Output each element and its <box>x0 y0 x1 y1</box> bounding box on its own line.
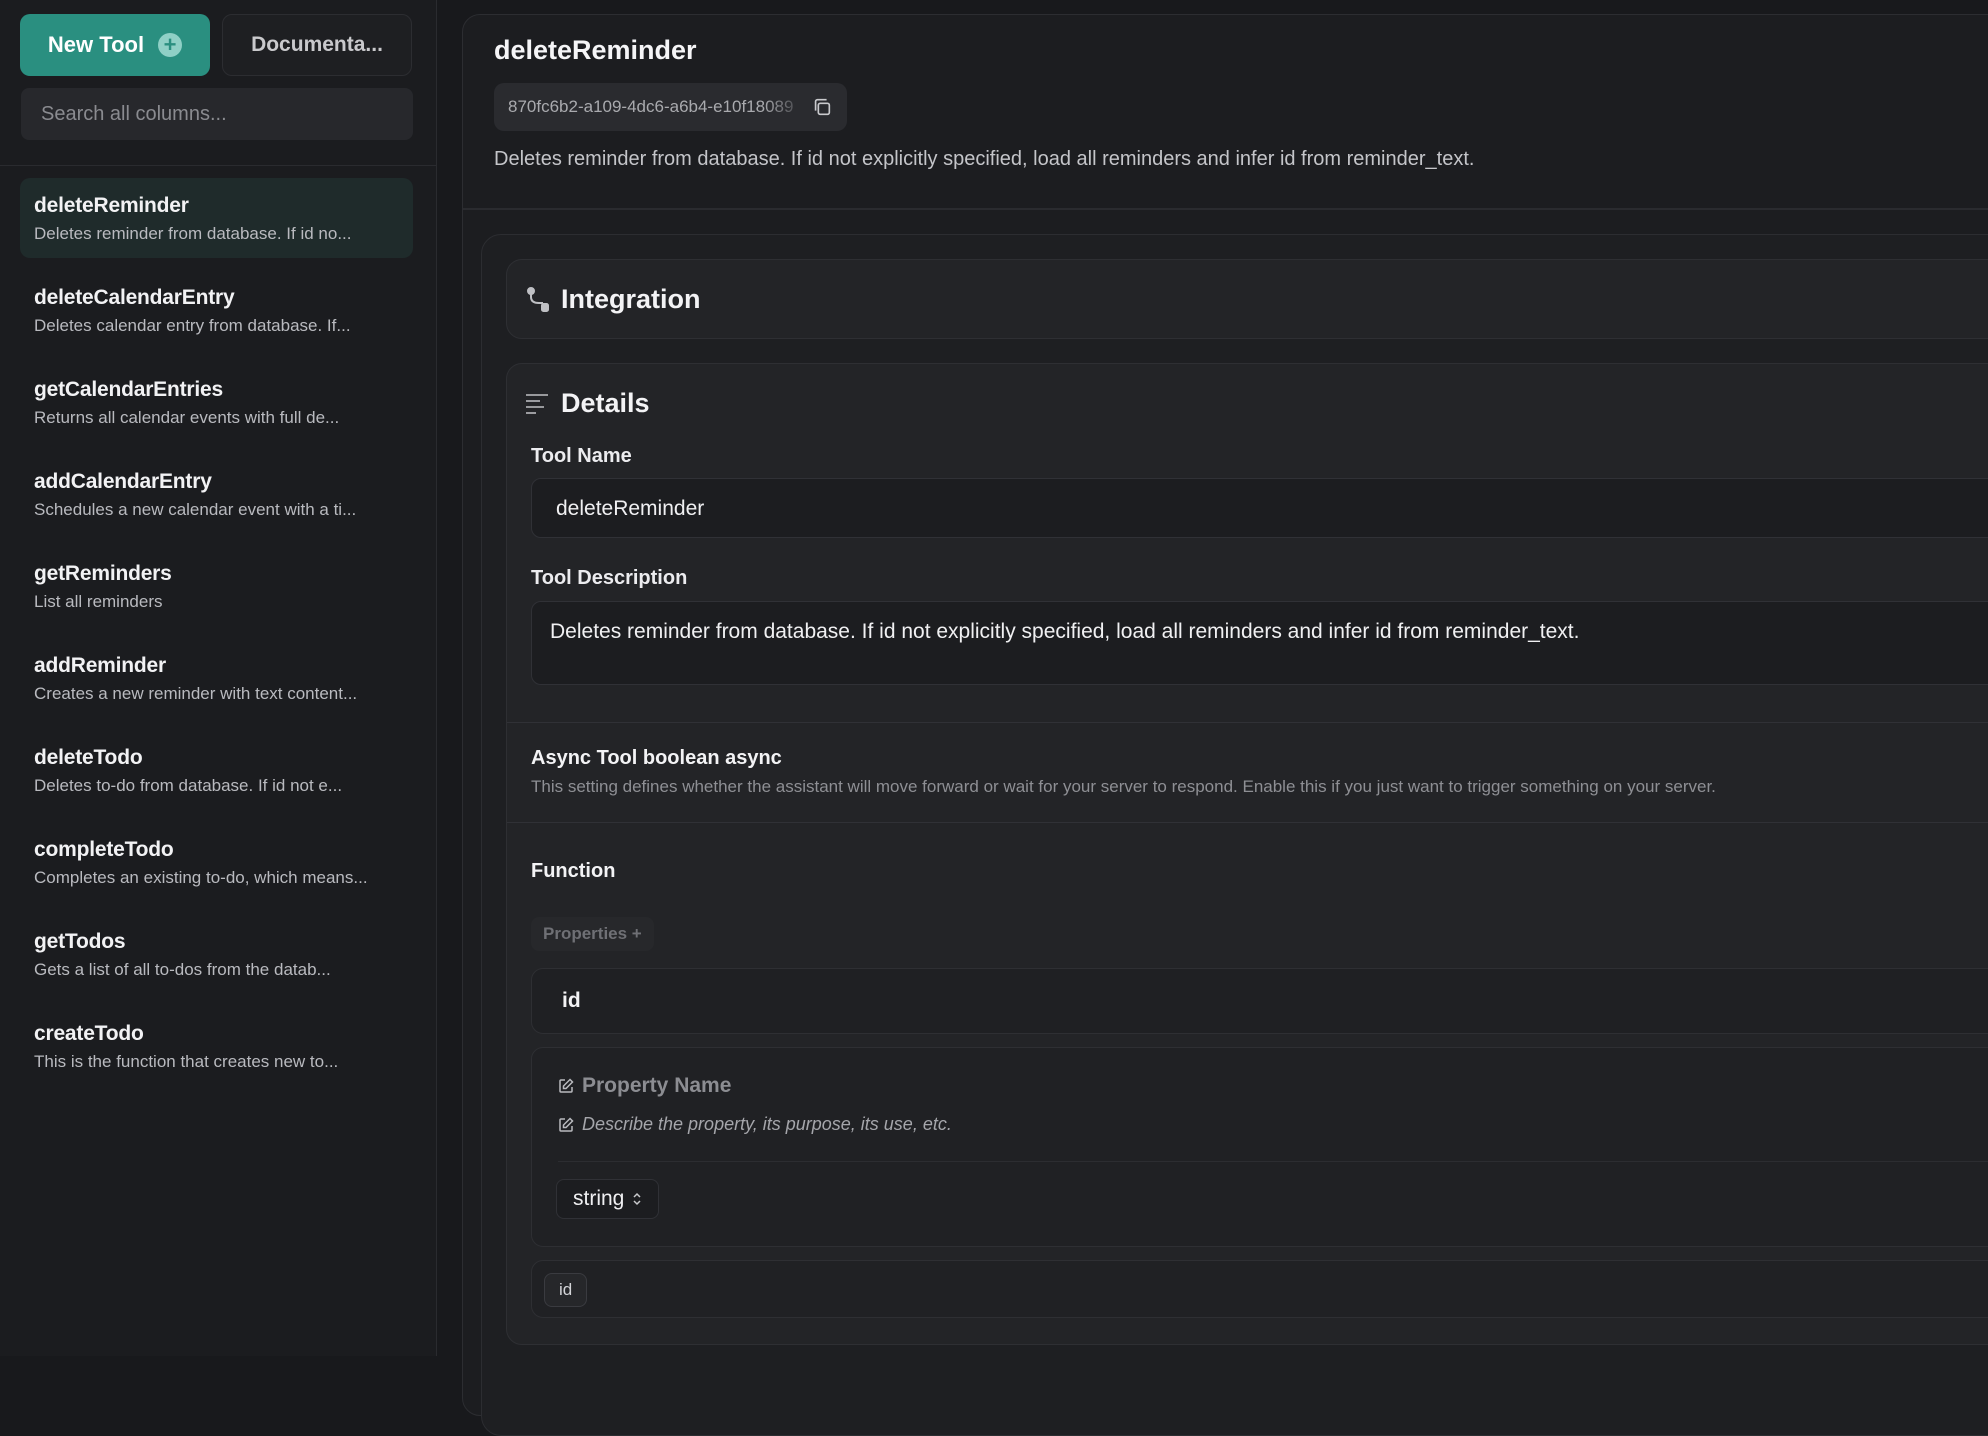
tool-item-name: addCalendarEntry <box>34 470 212 493</box>
property-type-value: string <box>573 1187 625 1210</box>
tool-list-item[interactable]: completeTodo Completes an existing to-do… <box>20 822 413 902</box>
integration-section[interactable]: Integration <box>506 259 1988 339</box>
main-panel: deleteReminder 870fc6b2-a109-4dc6-a6b4-e… <box>462 14 1988 1436</box>
edit-icon <box>559 1078 574 1093</box>
tool-name-input[interactable]: deleteReminder <box>531 478 1988 538</box>
tool-item-desc: List all reminders <box>34 592 163 611</box>
tool-list-item[interactable]: createTodo This is the function that cre… <box>20 1006 413 1086</box>
tool-list-item[interactable]: getTodos Gets a list of all to-dos from … <box>20 914 413 994</box>
tool-header: deleteReminder 870fc6b2-a109-4dc6-a6b4-e… <box>463 15 1988 210</box>
property-header[interactable]: id <box>531 968 1988 1034</box>
tool-item-desc: Schedules a new calendar event with a ti… <box>34 500 357 519</box>
required-chip[interactable]: id <box>544 1273 588 1307</box>
details-title: Details <box>561 388 650 418</box>
property-description-placeholder: Describe the property, its purpose, its … <box>582 1114 952 1134</box>
tool-item-desc: Deletes calendar entry from database. If… <box>34 316 351 335</box>
copy-icon[interactable] <box>811 96 833 118</box>
integration-title: Integration <box>561 284 701 314</box>
tool-item-name: completeTodo <box>34 838 174 861</box>
tool-item-name: getCalendarEntries <box>34 378 223 401</box>
tool-list-item[interactable]: getCalendarEntries Returns all calendar … <box>20 362 413 442</box>
tool-item-desc: Gets a list of all to-dos from the datab… <box>34 960 331 979</box>
function-title: Function <box>531 860 616 882</box>
tool-item-name: addReminder <box>34 654 166 677</box>
property-name-field[interactable]: Property Name <box>558 1074 731 1098</box>
tool-item-desc: This is the function that creates new to… <box>34 1052 339 1071</box>
tool-list-item[interactable]: addReminder Creates a new reminder with … <box>20 638 413 718</box>
details-section: Details Tool Name deleteReminder Tool De… <box>506 363 1988 1345</box>
plus-circle-icon: + <box>158 33 183 57</box>
chevron-updown-icon <box>633 1192 641 1206</box>
divider <box>558 1161 1988 1162</box>
divider <box>507 822 1988 823</box>
tool-item-name: deleteCalendarEntry <box>34 286 235 309</box>
tool-description-label: Tool Description <box>531 567 688 589</box>
tool-name-label: Tool Name <box>531 445 632 467</box>
tool-item-desc: Deletes to-do from database. If id not e… <box>34 776 343 795</box>
tool-description-textarea[interactable]: Deletes reminder from database. If id no… <box>531 601 1988 685</box>
tool-list-item[interactable]: getReminders List all reminders <box>20 546 413 626</box>
tool-config-area: Integration Details Tool Name deleteRemi… <box>481 234 1988 1436</box>
property-editor: Property Name Describe the property, its… <box>531 1047 1988 1247</box>
tool-item-desc: Deletes reminder from database. If id no… <box>34 224 352 243</box>
integration-icon <box>527 287 549 312</box>
property-description-field[interactable]: Describe the property, its purpose, its … <box>558 1114 952 1135</box>
tool-list: deleteReminder Deletes reminder from dat… <box>20 178 413 1098</box>
tool-header-description: Deletes reminder from database. If id no… <box>494 148 1475 170</box>
edit-icon <box>559 1116 574 1132</box>
tool-id-chip[interactable]: 870fc6b2-a109-4dc6-a6b4-e10f18089 <box>494 83 847 131</box>
tool-id-text: 870fc6b2-a109-4dc6-a6b4-e10f18089 <box>508 97 794 116</box>
search-input[interactable] <box>21 88 413 140</box>
new-tool-label: New Tool <box>47 32 145 57</box>
tool-list-item[interactable]: deleteReminder Deletes reminder from dat… <box>20 178 413 258</box>
required-properties: id <box>531 1260 1988 1318</box>
async-tool-title: Async Tool boolean async <box>531 747 782 769</box>
property-id-label: id <box>562 989 581 1012</box>
property-type-select[interactable]: string <box>556 1179 660 1219</box>
details-lines-icon <box>526 394 548 414</box>
tool-item-desc: Returns all calendar events with full de… <box>34 408 340 427</box>
tool-list-item[interactable]: addCalendarEntry Schedules a new calenda… <box>20 454 413 534</box>
documentation-button[interactable]: Documenta... <box>222 14 412 76</box>
page-title: deleteReminder <box>494 35 697 65</box>
tool-list-item[interactable]: deleteCalendarEntry Deletes calendar ent… <box>20 270 413 350</box>
async-tool-description: This setting defines whether the assista… <box>531 777 1716 796</box>
divider <box>507 722 1988 723</box>
tool-item-name: getReminders <box>34 562 172 585</box>
tool-item-desc: Completes an existing to-do, which means… <box>34 868 368 887</box>
add-property-button[interactable]: Properties + <box>531 917 654 951</box>
tool-item-name: deleteReminder <box>34 194 189 217</box>
new-tool-button[interactable]: New Tool + <box>20 14 210 76</box>
sidebar: New Tool + Documenta... deleteReminder D… <box>0 0 437 1356</box>
tool-name-value: deleteReminder <box>556 497 705 520</box>
tool-item-name: createTodo <box>34 1022 144 1045</box>
sidebar-header: New Tool + Documenta... <box>0 0 436 166</box>
tool-item-name: getTodos <box>34 930 126 953</box>
property-name-placeholder: Property Name <box>582 1074 732 1097</box>
tool-list-item[interactable]: deleteTodo Deletes to-do from database. … <box>20 730 413 810</box>
tool-description-value: Deletes reminder from database. If id no… <box>550 620 1580 643</box>
tool-item-name: deleteTodo <box>34 746 143 769</box>
tool-item-desc: Creates a new reminder with text content… <box>34 684 358 703</box>
